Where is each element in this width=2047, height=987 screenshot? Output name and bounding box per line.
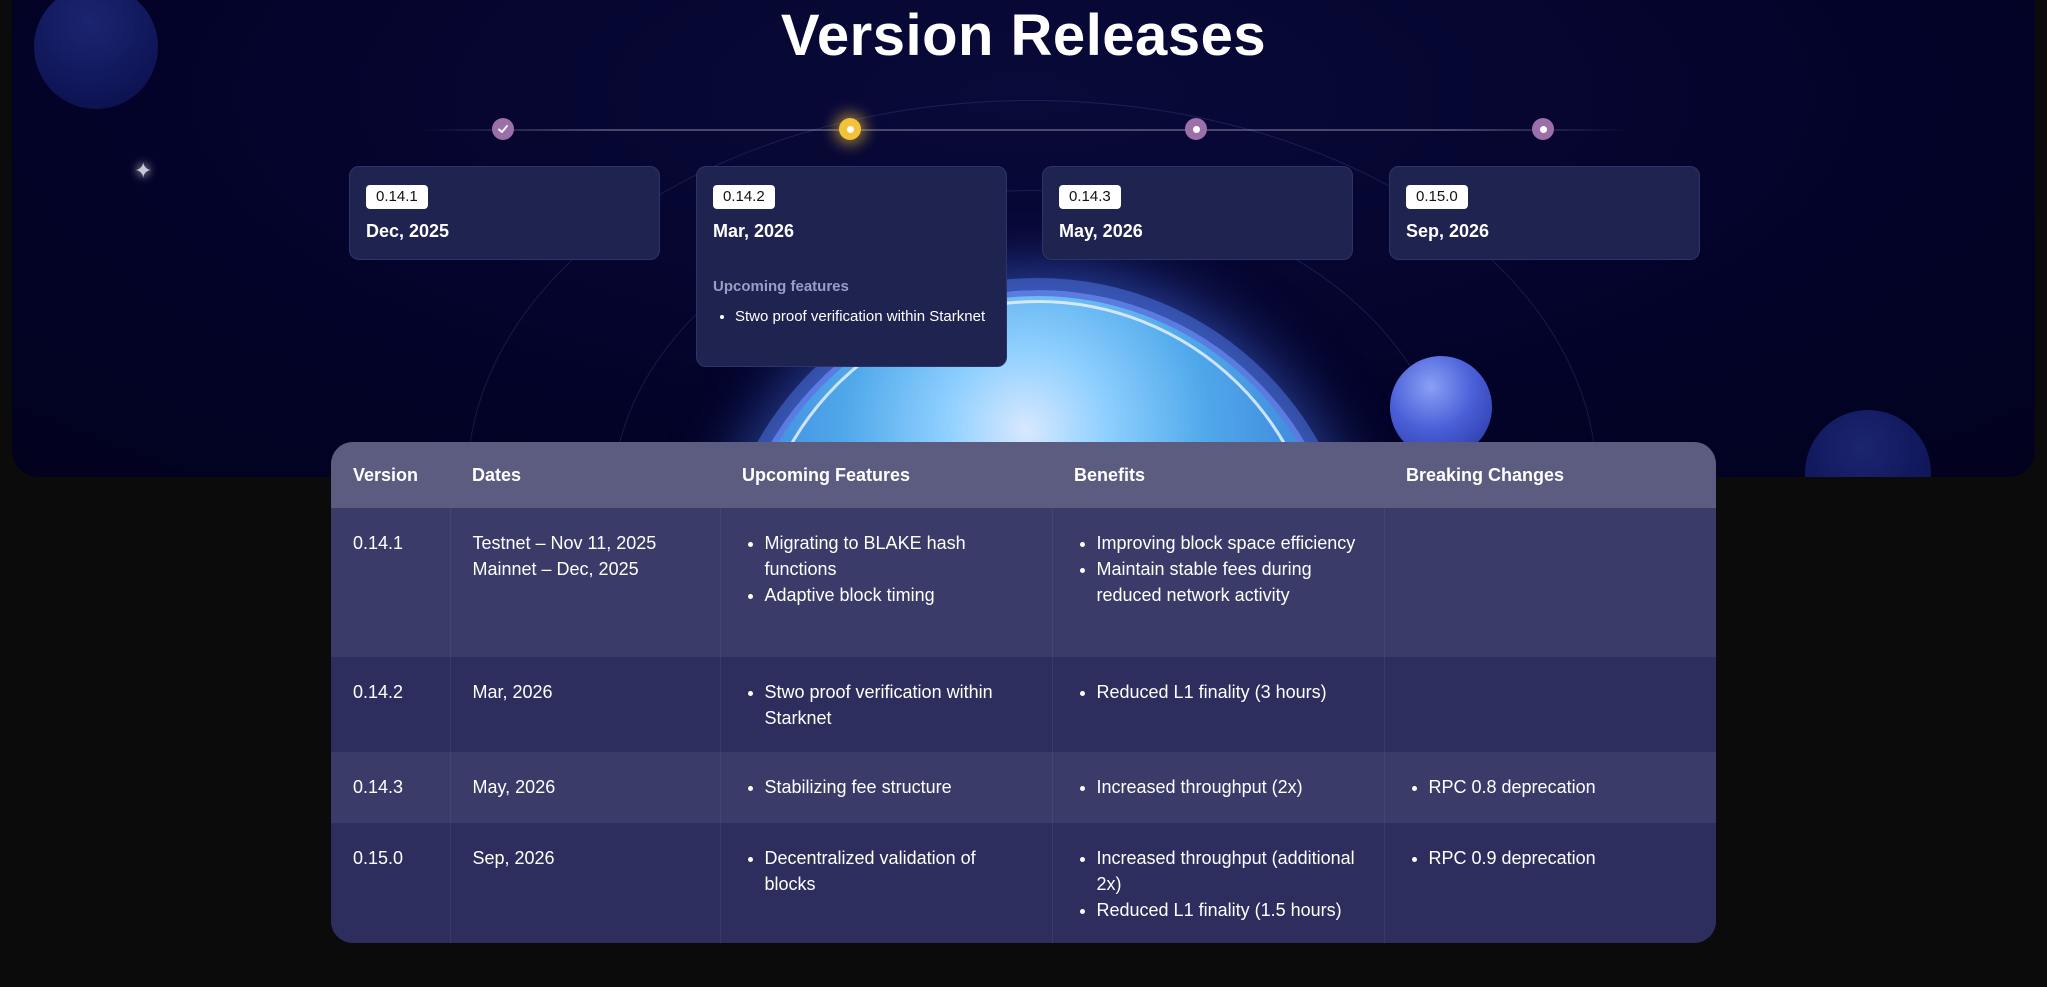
version-badge: 0.14.2 bbox=[713, 185, 775, 209]
release-card-0-14-1[interactable]: 0.14.1 Dec, 2025 bbox=[349, 166, 660, 260]
release-date: May, 2026 bbox=[1059, 221, 1143, 241]
list-item: Increased throughput (additional 2x) bbox=[1097, 845, 1362, 897]
release-card-0-14-2[interactable]: 0.14.2 Mar, 2026 Upcoming features Stwo … bbox=[696, 166, 1007, 367]
date-line: Testnet – Nov 11, 2025 bbox=[472, 533, 657, 553]
timeline-dot-current[interactable] bbox=[839, 118, 861, 140]
timeline-dot-completed[interactable] bbox=[492, 118, 514, 140]
release-card-0-14-3[interactable]: 0.14.3 May, 2026 bbox=[1042, 166, 1353, 260]
dot-icon bbox=[1539, 125, 1547, 133]
table-row: 0.14.2 Mar, 2026 Stwo proof verification… bbox=[331, 657, 1716, 752]
breaking-cell bbox=[1383, 657, 1716, 752]
date-line: Mainnet – Dec, 2025 bbox=[472, 559, 639, 579]
features-cell: Decentralized validation of blocks bbox=[719, 823, 1052, 943]
version-cell: 0.15.0 bbox=[331, 823, 450, 943]
breaking-cell bbox=[1383, 508, 1716, 657]
dates-cell: Mar, 2026 bbox=[449, 657, 720, 752]
benefits-cell: Reduced L1 finality (3 hours) bbox=[1051, 657, 1384, 752]
timeline-line bbox=[420, 129, 1630, 131]
dot-icon bbox=[1192, 125, 1200, 133]
dot-icon bbox=[846, 125, 854, 133]
check-icon bbox=[498, 125, 508, 133]
version-badge: 0.14.1 bbox=[366, 185, 428, 209]
column-header-benefits: Benefits bbox=[1052, 442, 1384, 508]
dates-cell: May, 2026 bbox=[449, 752, 720, 823]
breaking-cell: RPC 0.8 deprecation bbox=[1383, 752, 1716, 823]
list-item: Maintain stable fees during reduced netw… bbox=[1097, 556, 1362, 608]
features-cell: Stabilizing fee structure bbox=[719, 752, 1052, 823]
feature-list: Stwo proof verification within Starknet bbox=[713, 305, 990, 328]
benefits-cell: Increased throughput (2x) bbox=[1051, 752, 1384, 823]
version-cell: 0.14.2 bbox=[331, 657, 450, 752]
benefits-cell: Improving block space efficiency Maintai… bbox=[1051, 508, 1384, 657]
list-item: Reduced L1 finality (1.5 hours) bbox=[1097, 897, 1362, 923]
column-header-features: Upcoming Features bbox=[720, 442, 1052, 508]
releases-table: Version Dates Upcoming Features Benefits… bbox=[331, 442, 1716, 943]
dates-cell: Testnet – Nov 11, 2025 Mainnet – Dec, 20… bbox=[449, 508, 720, 657]
table-row: 0.14.1 Testnet – Nov 11, 2025 Mainnet – … bbox=[331, 508, 1716, 657]
version-badge: 0.14.3 bbox=[1059, 185, 1121, 209]
column-header-breaking: Breaking Changes bbox=[1384, 442, 1716, 508]
date-line: May, 2026 bbox=[472, 777, 556, 797]
hero-section: ✦ bbox=[12, 0, 2035, 477]
features-cell: Migrating to BLAKE hash functions Adapti… bbox=[719, 508, 1052, 657]
benefits-cell: Increased throughput (additional 2x) Red… bbox=[1051, 823, 1384, 943]
release-card-0-15-0[interactable]: 0.15.0 Sep, 2026 bbox=[1389, 166, 1700, 260]
dates-cell: Sep, 2026 bbox=[449, 823, 720, 943]
release-date: Mar, 2026 bbox=[713, 221, 795, 241]
column-header-dates: Dates bbox=[450, 442, 720, 508]
release-date: Dec, 2025 bbox=[366, 221, 450, 241]
column-header-version: Version bbox=[331, 442, 450, 508]
release-date: Sep, 2026 bbox=[1406, 221, 1490, 241]
table-header-row: Version Dates Upcoming Features Benefits… bbox=[331, 442, 1716, 508]
sparkle-icon: ✦ bbox=[134, 158, 153, 183]
timeline-dot-planned[interactable] bbox=[1185, 118, 1207, 140]
date-line: Mar, 2026 bbox=[472, 682, 553, 702]
upcoming-features-heading: Upcoming features bbox=[713, 278, 849, 295]
features-cell: Stwo proof verification within Starknet bbox=[719, 657, 1052, 752]
list-item: Improving block space efficiency bbox=[1097, 530, 1362, 556]
version-cell: 0.14.1 bbox=[331, 508, 450, 657]
list-item: RPC 0.9 deprecation bbox=[1429, 845, 1695, 871]
list-item: Migrating to BLAKE hash functions bbox=[765, 530, 1030, 582]
page-title: Version Releases bbox=[780, 3, 1267, 68]
list-item: Stwo proof verification within Starknet bbox=[765, 679, 1030, 731]
list-item: Stwo proof verification within Starknet bbox=[735, 305, 990, 328]
table-row: 0.15.0 Sep, 2026 Decentralized validatio… bbox=[331, 823, 1716, 943]
list-item: Stabilizing fee structure bbox=[765, 774, 1030, 800]
list-item: Decentralized validation of blocks bbox=[765, 845, 1030, 897]
table-row: 0.14.3 May, 2026 Stabilizing fee structu… bbox=[331, 752, 1716, 823]
list-item: Reduced L1 finality (3 hours) bbox=[1097, 679, 1362, 705]
list-item: Adaptive block timing bbox=[765, 582, 1030, 608]
date-line: Sep, 2026 bbox=[472, 848, 555, 868]
list-item: Increased throughput (2x) bbox=[1097, 774, 1362, 800]
timeline-dot-planned[interactable] bbox=[1532, 118, 1554, 140]
breaking-cell: RPC 0.9 deprecation bbox=[1383, 823, 1716, 943]
version-cell: 0.14.3 bbox=[331, 752, 450, 823]
moon-far-right bbox=[1805, 410, 1931, 477]
version-badge: 0.15.0 bbox=[1406, 185, 1468, 209]
list-item: RPC 0.8 deprecation bbox=[1429, 774, 1695, 800]
